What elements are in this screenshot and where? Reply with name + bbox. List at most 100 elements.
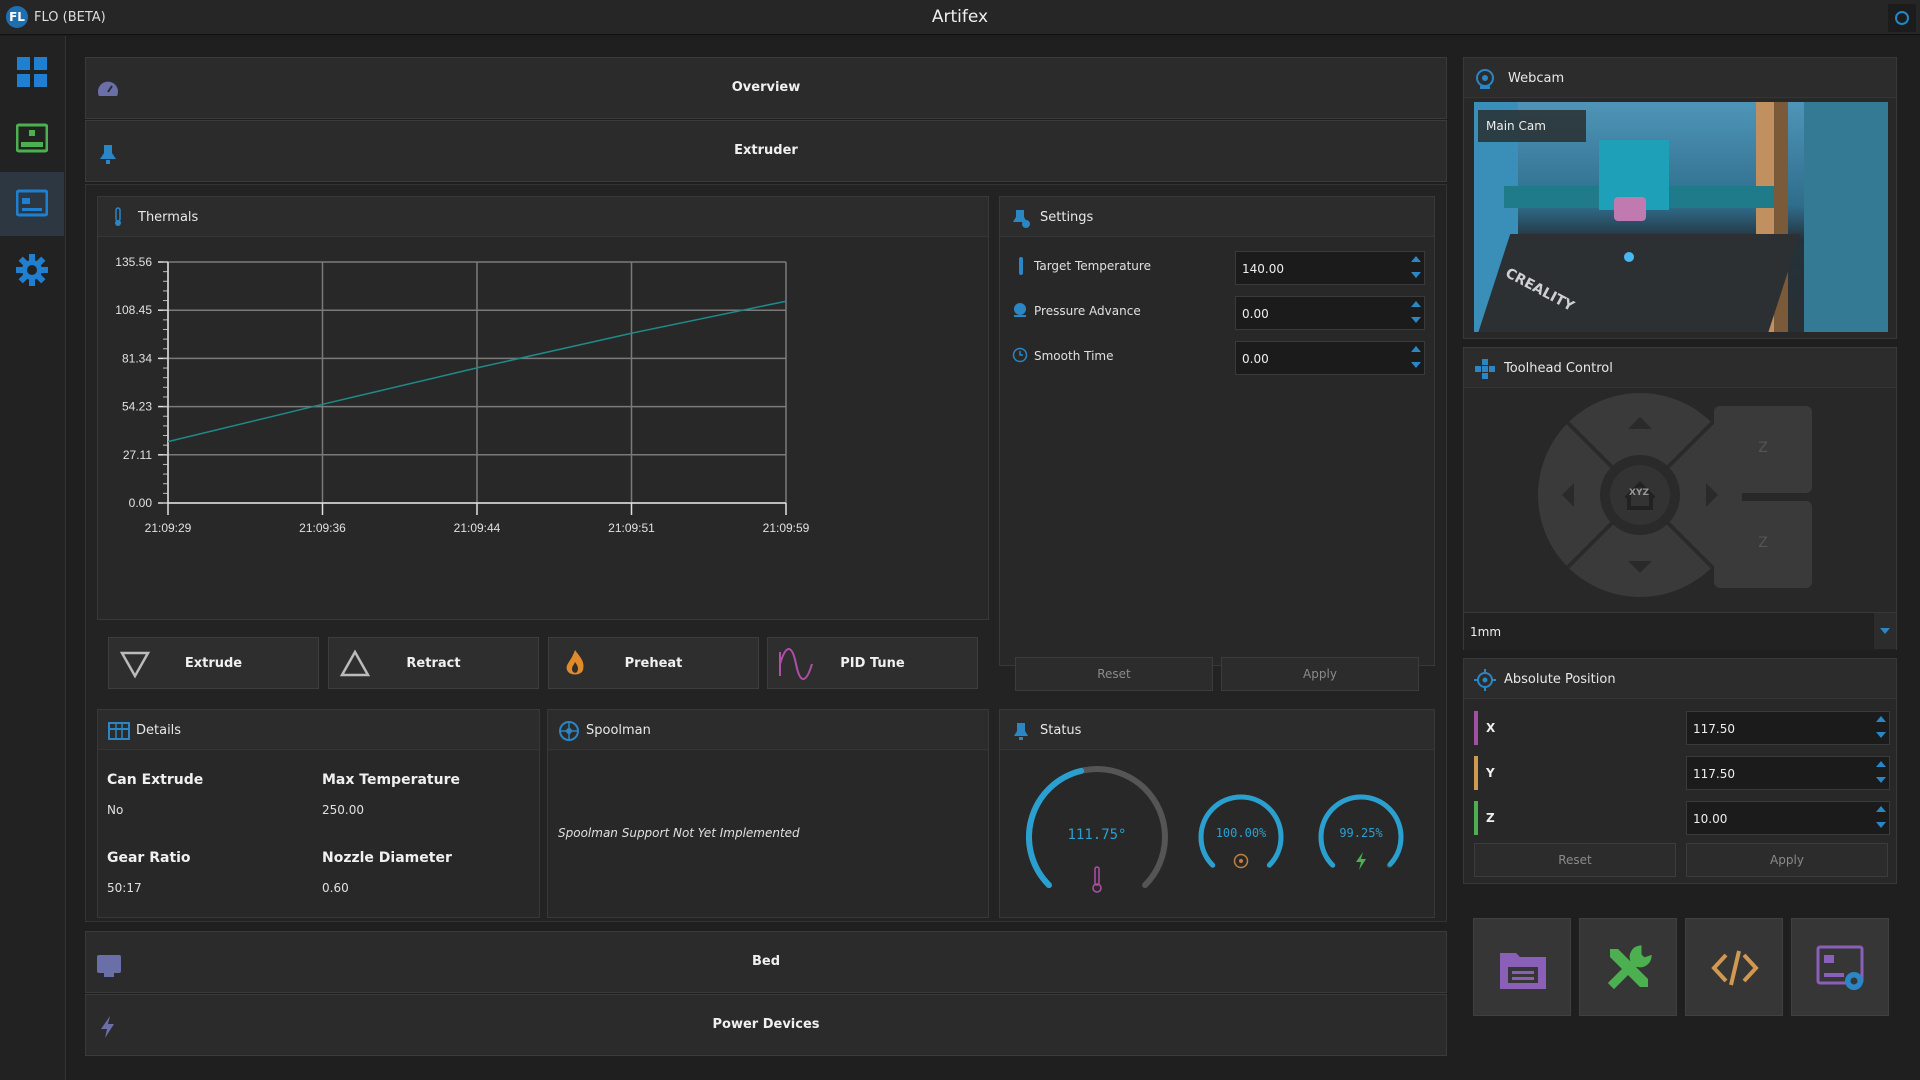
fan-icon [1233, 853, 1249, 869]
extruder-title: Extruder [734, 143, 798, 158]
y-tick-label: 135.56 [115, 255, 152, 269]
power-devices-header[interactable]: Power Devices [85, 994, 1447, 1056]
can-extrude-label: Can Extrude [107, 772, 204, 788]
thermals-panel: Thermals 0.00 27.11 54.23 81.34 108.45 135.56… [97, 196, 989, 620]
y-tick-label: 54.23 [122, 400, 152, 414]
pid-tune-label: PID Tune [840, 656, 905, 671]
target-temp-stepper[interactable] [1408, 252, 1424, 284]
bed-header[interactable]: Bed [85, 931, 1447, 993]
toolhead-panel: Toolhead Control XYZ Z Z 1mm [1463, 347, 1897, 650]
z-position-input[interactable]: 10.00 [1686, 801, 1890, 835]
nozzle-diameter-value: 0.60 [322, 881, 349, 895]
pressure-icon [1014, 303, 1026, 317]
temperature-gauge-value: 111.75° [1067, 827, 1127, 843]
spoolman-panel: Spoolman Spoolman Support Not Yet Implem… [547, 709, 989, 918]
absolute-position-title: Absolute Position [1504, 672, 1616, 687]
z-down-label: Z [1758, 535, 1768, 551]
x-tick-label: 21:09:36 [299, 521, 346, 535]
gear-ratio-value: 50:17 [107, 881, 142, 895]
y-position-value: 117.50 [1693, 767, 1735, 781]
overview-header[interactable]: Overview [85, 57, 1447, 119]
target-temp-label: Target Temperature [1034, 259, 1151, 273]
details-panel: Details Can Extrude No Max Temperature 2… [97, 709, 540, 918]
z-up-button[interactable]: Z [1714, 406, 1812, 493]
spoolman-message: Spoolman Support Not Yet Implemented [558, 826, 800, 840]
y-axis-color-bar [1474, 756, 1478, 790]
pid-tune-button[interactable]: PID Tune [767, 637, 978, 689]
retract-button[interactable]: Retract [328, 637, 539, 689]
y-axis-label: Y [1486, 766, 1495, 780]
x-position-value: 117.50 [1693, 722, 1735, 736]
pressure-advance-stepper[interactable] [1408, 297, 1424, 329]
x-axis-label: X [1486, 721, 1496, 735]
overview-title: Overview [731, 80, 801, 95]
absolute-position-panel: Absolute Position X 117.50 Y 117.50 Z 10… [1463, 658, 1897, 884]
window-title: Artifex [931, 7, 989, 27]
thermometer-gauge-icon [1092, 866, 1102, 893]
console-button[interactable] [1685, 918, 1783, 1016]
nozzle-diameter-label: Nozzle Diameter [322, 850, 452, 866]
x-position-stepper[interactable] [1873, 712, 1889, 744]
sidebar-item-control[interactable] [0, 172, 64, 236]
webcam-feed[interactable]: CREALITY Main Cam [1474, 102, 1888, 332]
gear-ratio-label: Gear Ratio [107, 850, 191, 866]
thermometer-icon [115, 207, 121, 226]
smooth-time-input[interactable]: 0.00 [1235, 341, 1425, 375]
chevron-down-icon [1874, 613, 1896, 649]
monitor-icon [16, 189, 48, 217]
z-position-value: 10.00 [1693, 812, 1728, 826]
printer-icon [16, 123, 48, 153]
extruder-header[interactable]: Extruder [85, 120, 1447, 182]
status-title: Status [1040, 723, 1082, 738]
power-gauge-value: 99.25% [1339, 826, 1383, 840]
webcam-icon [1476, 69, 1494, 89]
home-label: XYZ [1629, 488, 1649, 498]
extruder-settings-icon [1013, 210, 1030, 228]
fan-gauge-value: 100.00% [1215, 826, 1267, 840]
preheat-label: Preheat [624, 656, 683, 671]
position-reset-button[interactable]: Reset [1474, 843, 1676, 877]
thermals-title: Thermals [138, 210, 199, 225]
sidebar-item-dashboard[interactable] [0, 40, 64, 104]
smooth-time-stepper[interactable] [1408, 342, 1424, 374]
y-position-input[interactable]: 117.50 [1686, 756, 1890, 790]
spoolman-title: Spoolman [586, 723, 651, 738]
settings-apply-button[interactable]: Apply [1221, 657, 1419, 691]
connection-button[interactable] [1888, 4, 1916, 32]
thermals-chart: 0.00 27.11 54.23 81.34 108.45 135.56 21:09:29 2… [115, 255, 810, 535]
sidebar-item-settings[interactable] [0, 238, 64, 302]
sidebar-item-printer[interactable] [0, 106, 64, 170]
move-icon [1475, 359, 1495, 379]
position-apply-button[interactable]: Apply [1686, 843, 1888, 877]
y-position-stepper[interactable] [1873, 757, 1889, 789]
tools-button[interactable] [1579, 918, 1677, 1016]
camera-label-box: Main Cam [1478, 110, 1586, 142]
target-temp-icon [1019, 257, 1023, 275]
max-temp-label: Max Temperature [322, 772, 460, 788]
target-temp-input[interactable]: 140.00 [1235, 251, 1425, 285]
step-size-select[interactable]: 1mm [1464, 612, 1896, 650]
x-tick-label: 21:09:44 [454, 521, 501, 535]
printer-settings-icon [1816, 945, 1864, 990]
retract-label: Retract [406, 656, 461, 671]
toolhead-title: Toolhead Control [1504, 361, 1613, 376]
grid-icon [17, 57, 47, 87]
extrude-button[interactable]: Extrude [108, 637, 319, 689]
x-position-input[interactable]: 117.50 [1686, 711, 1890, 745]
bed-title: Bed [751, 954, 781, 969]
print-files-button[interactable] [1473, 918, 1571, 1016]
y-tick-label: 108.45 [115, 303, 152, 317]
settings-reset-button[interactable]: Reset [1015, 657, 1213, 691]
z-position-stepper[interactable] [1873, 802, 1889, 834]
connection-icon [1895, 11, 1909, 25]
spool-icon [559, 721, 579, 741]
printer-settings-button[interactable] [1791, 918, 1889, 1016]
z-up-label: Z [1758, 440, 1768, 456]
x-tick-label: 21:09:59 [763, 521, 810, 535]
preheat-button[interactable]: Preheat [548, 637, 759, 689]
max-temp-value: 250.00 [322, 803, 364, 817]
pressure-advance-input[interactable]: 0.00 [1235, 296, 1425, 330]
z-down-button[interactable]: Z [1714, 501, 1812, 588]
x-tick-label: 21:09:29 [145, 521, 192, 535]
pressure-advance-value: 0.00 [1242, 307, 1269, 321]
